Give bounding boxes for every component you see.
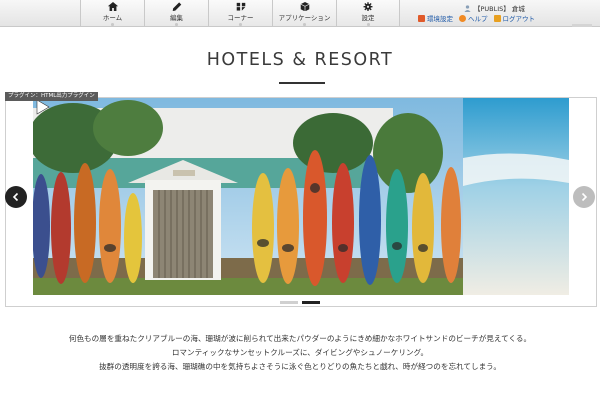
nav-settings-label: 設定: [361, 14, 375, 23]
nav-indicator: [239, 23, 242, 26]
preferences-link[interactable]: 環境設定: [418, 13, 453, 23]
logout-icon: [493, 14, 501, 22]
user-info: 【PUBLIS】 倉城: [464, 3, 525, 13]
help-label: ヘルプ: [468, 15, 488, 23]
admin-toolbar: ホーム 編集 コーナー アプリケーション 設定 【PUBLIS】 倉城 環境設定…: [0, 0, 600, 28]
admin-nav: ホーム 編集 コーナー アプリケーション 設定: [80, 0, 400, 26]
nav-indicator: [366, 23, 370, 26]
nav-edit-label: 編集: [170, 14, 183, 23]
nav-settings-button[interactable]: 設定: [336, 0, 400, 26]
chevron-right-icon: [581, 192, 588, 202]
preferences-icon: [418, 14, 425, 22]
user-icon: [464, 4, 471, 12]
nav-edit-button[interactable]: 編集: [144, 0, 208, 26]
description-line-1: 何色もの層を重ねたクリアブルーの海、珊瑚が波に削られて出来たパウダーのようにきめ…: [68, 334, 532, 343]
user-links: 環境設定 ヘルプ ログアウト: [418, 13, 535, 23]
gear-icon: [363, 2, 373, 12]
slide-image: [33, 98, 569, 295]
page-title: HOTELS & RESORT: [206, 50, 394, 70]
chevron-left-icon: [12, 192, 19, 202]
plugin-label[interactable]: プラグイン：HTML出力プラグイン: [5, 92, 98, 101]
nav-home-button[interactable]: ホーム: [80, 0, 144, 26]
image-slider[interactable]: [33, 98, 569, 295]
nav-home-label: ホーム: [102, 14, 123, 23]
pencil-icon: [172, 2, 181, 11]
user-name: 【PUBLIS】 倉城: [474, 5, 525, 13]
nav-indicator: [111, 23, 114, 26]
corner-icon: [236, 2, 245, 11]
logout-label: ログアウト: [502, 15, 536, 23]
slider-prev-button[interactable]: [5, 186, 27, 208]
description-text: 何色もの層を重ねたクリアブルーの海、珊瑚が波に削られて出来たパウダーのようにきめ…: [0, 332, 600, 374]
slider-pager: [280, 301, 320, 304]
slider-next-button[interactable]: [573, 186, 595, 208]
nav-application-label: アプリケーション: [278, 14, 331, 23]
pager-dot-1[interactable]: [280, 301, 298, 304]
home-icon: [107, 2, 118, 12]
title-divider: [279, 82, 325, 84]
pager-dot-2[interactable]: [302, 301, 320, 304]
help-icon: [459, 14, 466, 22]
nav-application-button[interactable]: アプリケーション: [272, 0, 336, 26]
description-line-2: ロマンティックなサンセットクルーズに、ダイビングやシュノーケリング。: [171, 348, 429, 357]
description-line-3: 抜群の透明度を誇る海、珊瑚礁の中を気持ちよさそうに泳ぐ色とりどりの魚たちと戯れ、…: [99, 362, 501, 371]
cube-icon: [300, 2, 309, 12]
help-link[interactable]: ヘルプ: [459, 13, 488, 23]
nav-indicator: [175, 23, 178, 26]
nav-corner-label: コーナー: [227, 14, 254, 23]
preferences-label: 環境設定: [427, 15, 453, 23]
nav-indicator: [303, 23, 306, 26]
nav-corner-button[interactable]: コーナー: [208, 0, 272, 26]
user-area: 【PUBLIS】 倉城 環境設定 ヘルプ ログアウト: [418, 3, 598, 25]
logout-link[interactable]: ログアウト: [493, 13, 536, 23]
